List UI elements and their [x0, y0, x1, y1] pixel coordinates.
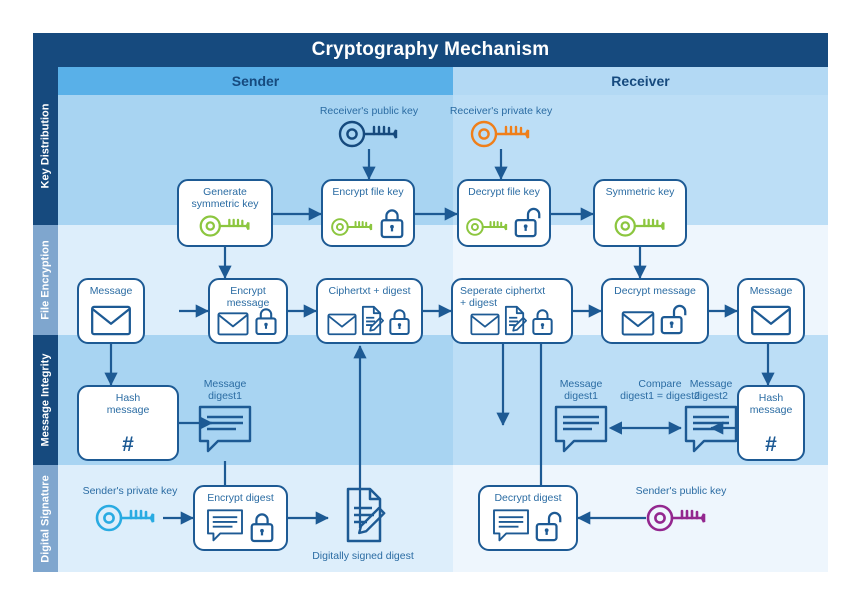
node-encrypt-file-key[interactable]: Encrypt file key: [321, 179, 415, 247]
row-band-file-encryption: [58, 225, 828, 335]
cryptography-mechanism-diagram: Cryptography Mechanism Sender Receiver K…: [33, 33, 828, 572]
row-band-digital-signature: [58, 465, 828, 572]
sidebar-item-file-encryption: File Encryption: [33, 225, 58, 335]
digest-icon: [493, 509, 529, 542]
node-decrypt-digest[interactable]: Decrypt digest: [478, 485, 578, 551]
lock-closed-icon: [250, 513, 273, 543]
page-title: Cryptography Mechanism: [311, 39, 550, 60]
node-label: Decrypt digest: [494, 492, 562, 504]
sidebar-item-message-integrity: Message Integrity: [33, 335, 58, 465]
node-label-line2: symmetric key: [191, 198, 259, 210]
envelope-icon: [217, 312, 249, 336]
envelope-icon: [621, 311, 655, 336]
message-digest1-sender-caption: Message digest1: [196, 378, 254, 402]
caption-line1: Message: [203, 378, 247, 390]
receiver-private-key-icon: [470, 119, 532, 149]
receiver-private-key-caption: Receiver's private key: [449, 105, 553, 117]
digest-icon: [206, 509, 243, 542]
node-label: Decrypt file key: [468, 186, 540, 198]
lock-open-icon: [535, 511, 562, 542]
node-label-line1: Hash: [115, 392, 141, 404]
hash-glyph: #: [122, 433, 134, 456]
sidebar-item-label: File Encryption: [39, 240, 52, 320]
node-decrypt-file-key[interactable]: Decrypt file key: [457, 179, 551, 247]
hash-glyph: #: [765, 433, 777, 456]
node-label-line2: message: [106, 404, 150, 416]
caption-line2: digest1: [564, 390, 598, 402]
node-label: Message: [89, 285, 133, 297]
node-label-line1: Generate: [203, 186, 247, 198]
node-symmetric-key[interactable]: Symmetric key: [593, 179, 687, 247]
message-digest1-receiver-caption: Message digest1: [552, 378, 610, 402]
node-message-receiver[interactable]: Message: [737, 278, 805, 344]
envelope-icon: [751, 305, 791, 336]
node-hash-message-sender[interactable]: Hash message #: [77, 385, 179, 461]
node-label: Message: [749, 285, 793, 297]
node-label: Encrypt file key: [332, 186, 404, 198]
lock-closed-icon: [380, 209, 404, 239]
caption-line1: Message: [559, 378, 603, 390]
node-label: Encrypt digest: [207, 492, 274, 504]
lock-closed-icon: [531, 309, 553, 335]
node-message-sender[interactable]: Message: [77, 278, 145, 344]
green-key-icon: [466, 218, 508, 236]
sidebar-item-key-distribution: Key Distribution: [33, 67, 58, 225]
green-key-icon: [331, 218, 373, 236]
column-header-receiver: Receiver: [453, 67, 828, 95]
lock-closed-icon: [389, 309, 410, 335]
caption-line2: digest1: [208, 390, 242, 402]
green-key-icon: [614, 215, 665, 237]
sender-public-key-caption: Sender's public key: [635, 485, 727, 497]
lock-open-icon: [660, 304, 687, 335]
node-generate-symmetric-key[interactable]: Generate symmetric key: [177, 179, 273, 247]
sender-private-key-caption: Sender's private key: [82, 485, 178, 497]
caption-line2: digest2: [694, 390, 728, 402]
sender-public-key-icon: [646, 503, 708, 533]
sender-private-key-icon: [95, 503, 157, 533]
sidebar-item-digital-signature: Digital Signature: [33, 465, 58, 572]
lock-closed-icon: [255, 308, 277, 336]
node-label: Decrypt message: [614, 285, 696, 297]
column-header-band: Sender Receiver: [58, 67, 828, 95]
lock-open-icon: [514, 207, 541, 238]
node-hash-message-receiver[interactable]: Hash message #: [737, 385, 805, 461]
node-label: Ciphertxt + digest: [328, 285, 411, 297]
column-header-sender: Sender: [58, 67, 453, 95]
sidebar-item-label: Message Integrity: [39, 353, 52, 447]
message-digest1-sender-icon: [198, 405, 252, 455]
envelope-icon: [91, 305, 131, 336]
digitally-signed-digest-icon: [336, 486, 388, 546]
receiver-public-key-caption: Receiver's public key: [319, 105, 419, 117]
sidebar-item-label: Digital Signature: [39, 474, 52, 563]
message-digest2-icon: [684, 405, 738, 455]
signed-document-icon: [361, 305, 384, 336]
sidebar-item-label: Key Distribution: [39, 103, 52, 189]
node-encrypt-message[interactable]: Encrypt message: [208, 278, 288, 344]
node-label-line1: Hash: [758, 392, 784, 404]
message-digest1-receiver-icon: [554, 405, 608, 455]
green-key-icon: [199, 215, 250, 237]
node-label-line2: message: [749, 404, 793, 416]
envelope-icon: [469, 313, 500, 336]
node-encrypt-digest[interactable]: Encrypt digest: [193, 485, 288, 551]
envelope-icon: [327, 313, 357, 336]
node-label-line1: Seperate ciphertxt: [460, 285, 546, 297]
message-digest2-caption: Message digest2: [682, 378, 740, 402]
node-separate-ciphertext-digest[interactable]: Seperate ciphertxt + digest: [451, 278, 573, 344]
receiver-public-key-icon: [338, 119, 400, 149]
signed-document-icon: [504, 305, 527, 336]
node-ciphertext-plus-digest[interactable]: Ciphertxt + digest: [316, 278, 423, 344]
node-decrypt-message[interactable]: Decrypt message: [601, 278, 709, 344]
caption-line1: Message: [689, 378, 733, 390]
digitally-signed-digest-caption: Digitally signed digest: [312, 550, 414, 562]
diagram-title-bar: Cryptography Mechanism: [33, 33, 828, 67]
node-label: Symmetric key: [605, 186, 675, 198]
row-label-sidebar: Key Distribution File Encryption Message…: [33, 67, 58, 572]
